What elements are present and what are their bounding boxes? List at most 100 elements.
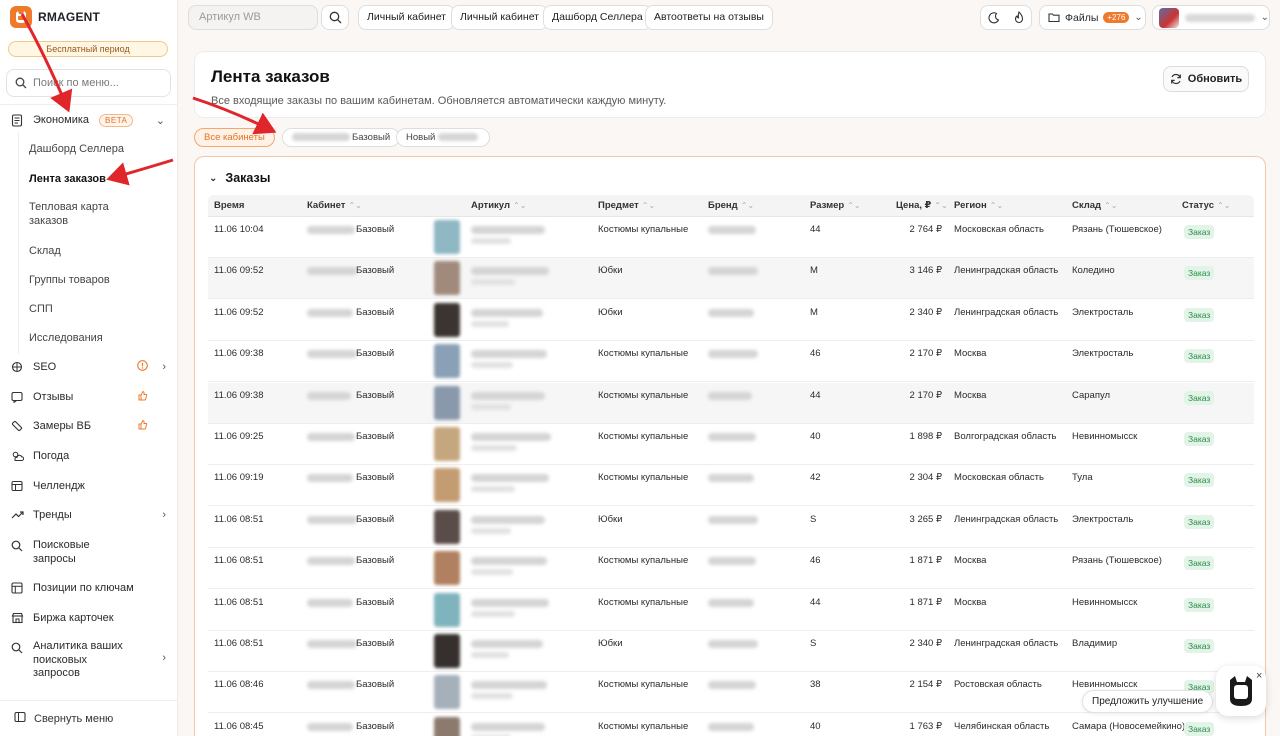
suggest-improvement-button[interactable]: Предложить улучшение xyxy=(1082,690,1214,713)
sidebar-subitem-dashboard[interactable]: Дашборд Селлера xyxy=(29,142,124,156)
files-button[interactable]: Файлы +276 ⌄ xyxy=(1039,5,1146,30)
cell-region: Ростовская область xyxy=(954,679,1042,691)
page-header-card: Лента заказов Все входящие заказы по ваш… xyxy=(194,51,1266,118)
column-header-size[interactable]: Размер ⌃⌄ xyxy=(810,195,861,217)
menu-search-input[interactable]: Поиск по меню... xyxy=(6,69,171,97)
sidebar-item-weather[interactable]: Погода xyxy=(0,448,178,464)
product-thumbnail[interactable] xyxy=(434,634,460,668)
column-header-subject[interactable]: Предмет ⌃⌄ xyxy=(598,195,655,217)
table-row[interactable]: 11.06 08:51 Базовый Юбки S 3 265 ₽ Ленинградс… xyxy=(208,506,1254,548)
collapse-menu-button[interactable]: Свернуть меню xyxy=(0,700,178,736)
orders-section-toggle[interactable]: ⌄ Заказы xyxy=(209,171,270,185)
search-icon xyxy=(15,77,27,89)
auto-replies-button[interactable]: Автоответы на отзывы xyxy=(645,5,773,30)
refresh-button[interactable]: Обновить xyxy=(1163,66,1249,92)
table-row[interactable]: 11.06 09:52 Базовый Юбки M 2 340 ₽ Ленинградс… xyxy=(208,299,1254,341)
cell-size: 44 xyxy=(810,224,821,235)
table-row[interactable]: 11.06 09:38 Базовый Костюмы купальные 44 2 1… xyxy=(208,382,1254,424)
sidebar-item-search-queries[interactable]: Поисковые запросы xyxy=(0,538,178,568)
product-thumbnail[interactable] xyxy=(434,716,460,736)
column-header-price[interactable]: Цена, ₽ ⌃⌄ xyxy=(896,195,948,217)
product-thumbnail[interactable] xyxy=(434,344,460,379)
sidebar-subitem-spp[interactable]: СПП xyxy=(29,302,53,316)
blurred-article xyxy=(471,640,543,648)
sidebar-item-measurements[interactable]: Замеры ВБ xyxy=(0,418,178,434)
product-thumbnail[interactable] xyxy=(434,261,460,296)
sidebar-subitem-product-groups[interactable]: Группы товаров xyxy=(29,273,110,287)
product-thumbnail[interactable] xyxy=(434,427,460,461)
table-row[interactable]: 11.06 10:04 Базовый Костюмы купальные 44 2 7… xyxy=(208,217,1254,258)
column-header-brand[interactable]: Бренд ⌃⌄ xyxy=(708,195,754,217)
table-row[interactable]: 11.06 09:25 Базовый Костюмы купальные 40 1 8… xyxy=(208,424,1254,465)
sidebar-item-card-exchange[interactable]: Биржа карточек xyxy=(0,610,178,626)
sidebar-item-label: Отзывы xyxy=(33,391,74,403)
table-row[interactable]: 11.06 09:52 Базовый Юбки M 3 146 ₽ Ленинградс… xyxy=(208,258,1254,300)
sidebar-item-challenge[interactable]: Челлендж xyxy=(0,478,178,494)
trend-icon xyxy=(10,508,24,522)
table-header: Время Кабинет ⌃⌄ Артикул ⌃⌄ Предмет ⌃⌄ Брен… xyxy=(208,195,1254,217)
sidebar-subitem-research[interactable]: Исследования xyxy=(29,331,103,345)
column-header-status[interactable]: Статус ⌃⌄ xyxy=(1182,195,1230,217)
filter-chip-label: Новый xyxy=(406,132,436,143)
status-badge: Заказ xyxy=(1184,225,1215,239)
sidebar-item-seo[interactable]: SEO › xyxy=(0,359,178,375)
user-menu[interactable]: ⌄ xyxy=(1152,5,1270,30)
article-search-button[interactable] xyxy=(321,5,349,30)
filter-chip-basic[interactable]: Базовый xyxy=(282,128,401,147)
filter-chip-new[interactable]: Новый xyxy=(396,128,490,147)
personal-cabinet-button[interactable]: Личный кабинет xyxy=(358,5,455,30)
table-row[interactable]: 11.06 09:19 Базовый Костюмы купальные 42 2 3… xyxy=(208,465,1254,507)
status-badge: Заказ xyxy=(1184,597,1215,612)
moon-icon[interactable] xyxy=(987,11,1000,24)
theme-toggle[interactable] xyxy=(980,5,1032,30)
blurred-article-sub xyxy=(471,486,515,493)
filter-chip-all[interactable]: Все кабинеты xyxy=(194,128,275,147)
sidebar-subitem-order-feed[interactable]: Лента заказов xyxy=(29,172,106,186)
sidebar-item-economics[interactable]: Экономика BETA ⌄ xyxy=(0,112,178,128)
sidebar-subitem-warehouse[interactable]: Склад xyxy=(29,244,61,258)
close-icon[interactable]: × xyxy=(1256,670,1262,682)
column-header-time[interactable]: Время xyxy=(214,195,244,217)
brand[interactable]: RMAGENT xyxy=(10,6,100,28)
table-row[interactable]: 11.06 08:51 Базовый Костюмы купальные 44 1 8… xyxy=(208,589,1254,631)
product-thumbnail[interactable] xyxy=(434,468,460,503)
product-thumbnail[interactable] xyxy=(434,220,460,254)
cell-price: 3 265 ₽ xyxy=(909,513,942,525)
table-row[interactable]: 11.06 09:38 Базовый Костюмы купальные 46 2 1… xyxy=(208,341,1254,383)
table-row[interactable]: 11.06 08:45 Базовый Костюмы купальные 40 1 7… xyxy=(208,713,1254,736)
product-thumbnail[interactable] xyxy=(434,509,460,544)
sidebar-subitem-heatmap[interactable]: Тепловая карта заказов xyxy=(29,200,139,228)
product-thumbnail[interactable] xyxy=(434,302,460,337)
column-header-warehouse[interactable]: Склад ⌃⌄ xyxy=(1072,195,1118,217)
cell-cabinet: Базовый xyxy=(356,638,395,649)
sidebar-item-positions[interactable]: Позиции по ключам xyxy=(0,580,178,596)
sidebar-item-trends[interactable]: Тренды › xyxy=(0,507,178,523)
cell-time: 11.06 08:51 xyxy=(214,555,264,567)
cell-size: 40 xyxy=(810,431,821,442)
product-thumbnail[interactable] xyxy=(434,385,460,420)
seller-dashboard-button[interactable]: Дашборд Селлера xyxy=(543,5,652,30)
product-thumbnail[interactable] xyxy=(434,592,460,627)
sidebar-item-search-analytics[interactable]: Аналитика ваших поисковых запросов › xyxy=(0,640,178,684)
table-row[interactable]: 11.06 08:51 Базовый Юбки S 2 340 ₽ Ленинградс… xyxy=(208,631,1254,672)
product-thumbnail[interactable] xyxy=(434,551,460,586)
cell-region: Московская область xyxy=(954,224,1044,235)
product-thumbnail[interactable] xyxy=(434,675,460,710)
reviews-icon xyxy=(10,390,24,404)
flame-icon[interactable] xyxy=(1013,11,1025,24)
blurred-cabinet xyxy=(307,598,353,607)
column-header-cabinet[interactable]: Кабинет ⌃⌄ xyxy=(307,195,362,217)
cell-warehouse: Рязань (Тюшевское) xyxy=(1072,224,1162,235)
table-row[interactable]: 11.06 08:51 Базовый Костюмы купальные 46 1 8… xyxy=(208,548,1254,590)
column-header-region[interactable]: Регион ⌃⌄ xyxy=(954,195,1003,217)
article-input[interactable]: Артикул WB xyxy=(188,5,318,30)
cell-price: 2 340 ₽ xyxy=(909,306,942,318)
status-badge: Заказ xyxy=(1184,556,1215,571)
sidebar-item-reviews[interactable]: Отзывы xyxy=(0,389,178,405)
blurred-brand xyxy=(708,474,754,483)
cell-subject: Костюмы купальные xyxy=(598,472,689,484)
column-header-article[interactable]: Артикул ⌃⌄ xyxy=(471,195,526,217)
personal-cabinet-button-2[interactable]: Личный кабинет xyxy=(451,5,548,30)
cell-region: Челябинская область xyxy=(954,720,1050,732)
cell-size: M xyxy=(810,265,818,277)
